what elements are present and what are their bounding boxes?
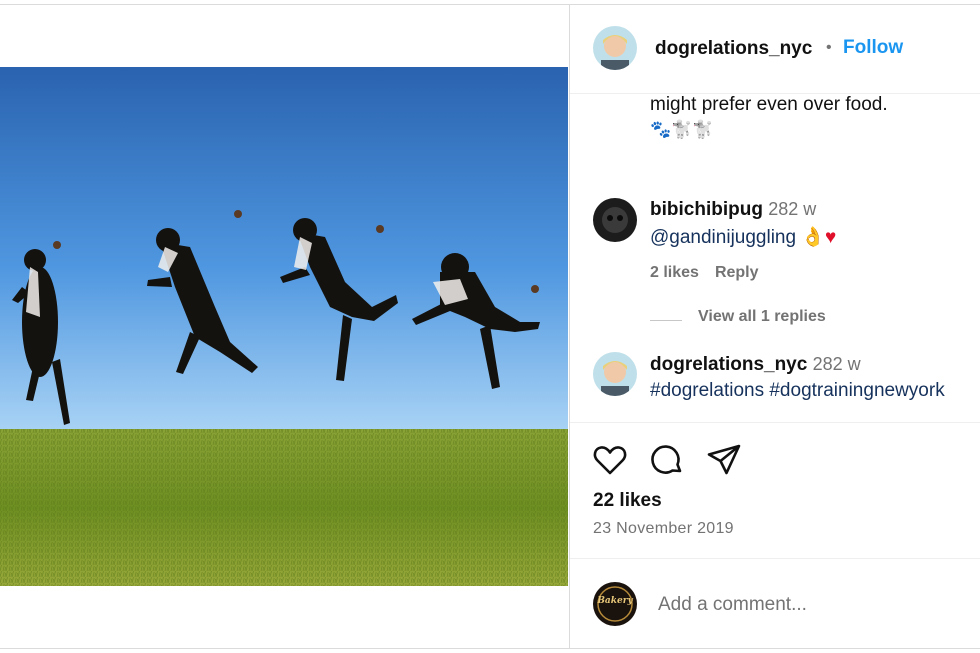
bottom-border <box>0 648 980 649</box>
author-username[interactable]: dogrelations_nyc <box>655 38 812 60</box>
comment-time-2: 282 w <box>812 354 861 374</box>
heart-emoji: ♥ <box>825 227 837 248</box>
separator-dot: • <box>826 39 832 56</box>
actions-divider <box>570 422 980 423</box>
comment-meta: 2 likes Reply <box>650 264 759 282</box>
caption-emoji: 🐾🐩🐩 <box>650 120 714 139</box>
post-photo[interactable] <box>0 67 568 586</box>
comment-username[interactable]: bibichibipug 282 w <box>650 199 816 221</box>
add-comment-divider <box>570 558 980 559</box>
comment-likes[interactable]: 2 likes <box>650 264 699 281</box>
commenter-avatar[interactable] <box>593 198 637 242</box>
comment-time: 282 w <box>768 199 817 219</box>
current-user-avatar: Bakery <box>593 582 637 626</box>
likes-count[interactable]: 22 likes <box>593 490 662 512</box>
author-avatar[interactable] <box>593 26 637 70</box>
comment-text: @gandinijuggling 👌♥ <box>650 225 836 249</box>
post-date: 23 November 2019 <box>593 520 734 537</box>
share-icon[interactable] <box>706 442 742 478</box>
comment-text-2[interactable]: #dogrelations #dogtrainingnewyork <box>650 380 945 402</box>
post-side-panel: dogrelations_nyc • Follow might prefer e… <box>570 5 980 648</box>
follow-button[interactable]: Follow <box>843 37 903 59</box>
comment-username-text[interactable]: bibichibipug <box>650 199 763 220</box>
comment-icon[interactable] <box>649 442 685 478</box>
comment-username-2[interactable]: dogrelations_nyc 282 w <box>650 354 861 376</box>
replies-line <box>650 320 682 321</box>
heart-icon[interactable] <box>592 442 628 478</box>
comment-mention-text[interactable]: @gandinijuggling 👌 <box>650 227 825 248</box>
bakery-logo-text: Bakery <box>597 596 633 606</box>
commenter-avatar-2[interactable] <box>593 352 637 396</box>
comment-username-2-text[interactable]: dogrelations_nyc <box>650 354 807 375</box>
dogs-jumping-image <box>0 67 568 586</box>
caption-text: might prefer even over food. <box>650 94 888 115</box>
reply-button[interactable]: Reply <box>715 264 759 281</box>
comments-list[interactable]: might prefer even over food. 🐾🐩🐩 bibichi… <box>570 94 980 422</box>
add-comment-input[interactable] <box>656 587 960 623</box>
view-replies-button[interactable]: View all 1 replies <box>698 308 826 326</box>
post-header: dogrelations_nyc • Follow <box>570 5 980 94</box>
